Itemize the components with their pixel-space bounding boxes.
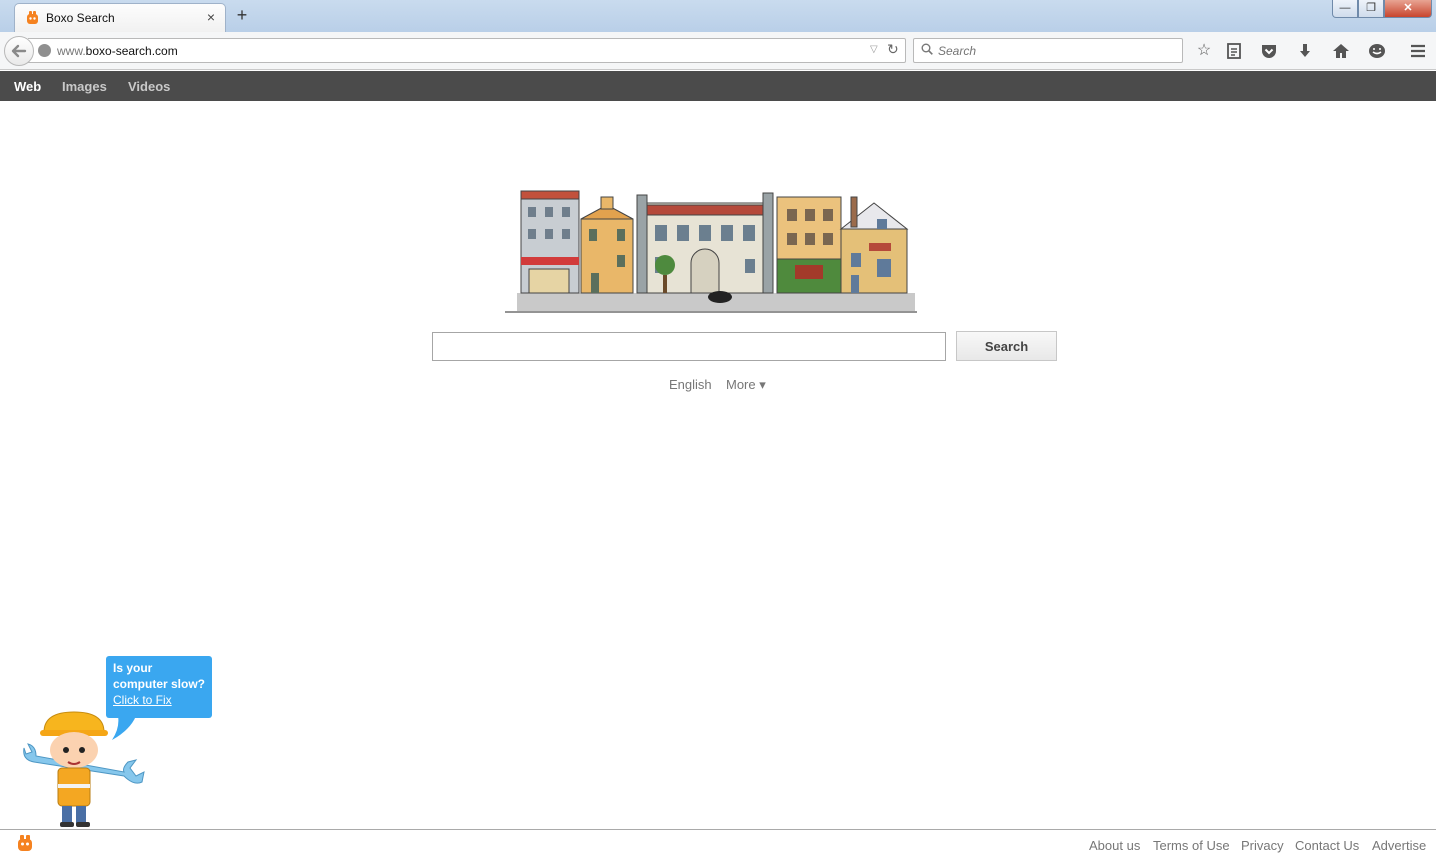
title-bar: Boxo Search × + — ❐ ✕ <box>0 0 1436 32</box>
download-icon[interactable] <box>1295 41 1315 61</box>
tab-title: Boxo Search <box>46 11 115 25</box>
street-houses-logo <box>505 190 917 313</box>
nav-images[interactable]: Images <box>62 79 107 94</box>
minimize-button[interactable]: — <box>1332 0 1358 18</box>
language-english-link[interactable]: English <box>669 377 712 392</box>
tab-boxo-search[interactable]: Boxo Search × <box>14 3 226 32</box>
url-domain: boxo-search.com <box>85 44 178 58</box>
browser-search-bar[interactable] <box>913 38 1183 63</box>
promo-line-2: computer slow? <box>113 677 206 691</box>
menu-icon[interactable] <box>1408 41 1428 61</box>
close-window-button[interactable]: ✕ <box>1384 0 1432 18</box>
site-identity-icon[interactable] <box>38 44 51 57</box>
chat-icon[interactable] <box>1367 41 1387 61</box>
promo-line-1: Is your <box>113 661 153 675</box>
reload-icon[interactable]: ↻ <box>887 41 899 58</box>
star-icon[interactable]: ☆ <box>1194 41 1214 61</box>
maximize-button[interactable]: ❐ <box>1358 0 1384 18</box>
url-text[interactable]: www.boxo-search.com <box>57 44 178 58</box>
footer-contact-link[interactable]: Contact Us <box>1295 838 1359 853</box>
window-controls: — ❐ ✕ <box>1332 0 1432 18</box>
boxo-logo-icon[interactable] <box>17 835 33 851</box>
reading-list-icon[interactable] <box>1224 41 1244 61</box>
search-icon <box>921 43 933 55</box>
browser-search-input[interactable] <box>938 42 1178 59</box>
worker-mascot-icon[interactable] <box>20 710 148 828</box>
footer-privacy-link[interactable]: Privacy <box>1241 838 1284 853</box>
nav-videos[interactable]: Videos <box>128 79 170 94</box>
navigation-toolbar: www.boxo-search.com ▽ ↻ ☆ <box>0 32 1436 70</box>
tab-close-icon[interactable]: × <box>204 9 218 25</box>
main-search-input[interactable] <box>432 332 946 361</box>
search-button[interactable]: Search <box>956 331 1057 361</box>
site-navigation: Web Images Videos <box>0 71 1436 101</box>
nav-web[interactable]: Web <box>14 79 41 94</box>
footer-advertise-link[interactable]: Advertise <box>1372 838 1426 853</box>
url-prefix: www. <box>57 44 86 58</box>
language-more-dropdown[interactable]: More ▾ <box>726 377 766 393</box>
back-button[interactable] <box>4 36 34 66</box>
promo-speech-bubble[interactable]: Is your computer slow? Click to Fix <box>106 656 212 718</box>
footer: About us Terms of Use Privacy Contact Us… <box>0 829 1436 854</box>
boxo-favicon-icon <box>27 11 38 24</box>
url-bar[interactable]: www.boxo-search.com ▽ ↻ <box>28 38 906 63</box>
back-arrow-icon <box>11 44 27 58</box>
click-to-fix-link[interactable]: Click to Fix <box>113 692 205 708</box>
new-tab-button[interactable]: + <box>233 5 251 26</box>
pocket-icon[interactable] <box>1259 41 1279 61</box>
home-icon[interactable] <box>1331 41 1351 61</box>
footer-about-link[interactable]: About us <box>1089 838 1140 853</box>
footer-terms-link[interactable]: Terms of Use <box>1153 838 1230 853</box>
history-dropdown-icon[interactable]: ▽ <box>870 44 878 55</box>
